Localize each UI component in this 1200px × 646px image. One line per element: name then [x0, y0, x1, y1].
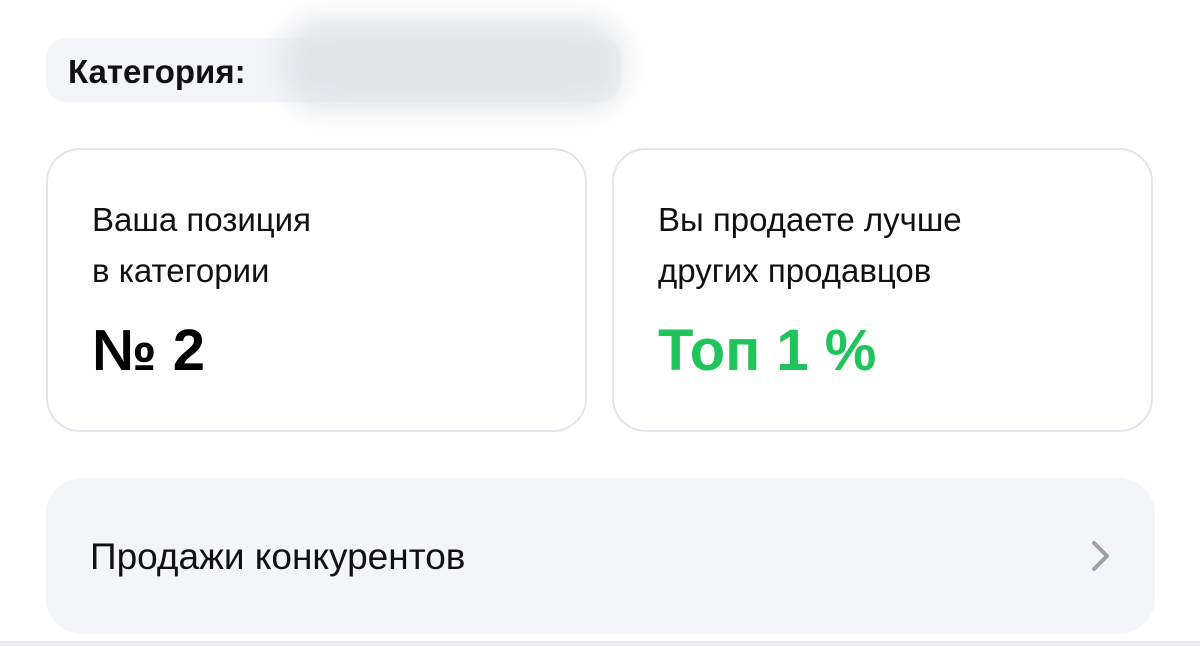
redacted-category-name — [280, 18, 625, 110]
category-label: Категория: — [68, 53, 246, 90]
position-caption: Ваша позиция в категории — [92, 201, 311, 289]
divider — [0, 641, 1200, 646]
competitors-sales-label: Продажи конкурентов — [90, 536, 466, 577]
position-card: Ваша позиция в категории № 2 — [46, 148, 587, 432]
category-stats-screen: Категория: Ваша позиция в категории № 2 … — [0, 0, 1200, 646]
seller-rank-value: Топ 1 % — [658, 318, 877, 383]
seller-rank-caption: Вы продаете лучше других продавцов — [658, 201, 962, 289]
chevron-right-icon — [1092, 541, 1109, 571]
seller-rank-card: Вы продаете лучше других продавцов Топ 1… — [612, 148, 1153, 432]
position-value: № 2 — [92, 318, 206, 383]
competitors-sales-button[interactable]: Продажи конкурентов — [46, 478, 1155, 634]
